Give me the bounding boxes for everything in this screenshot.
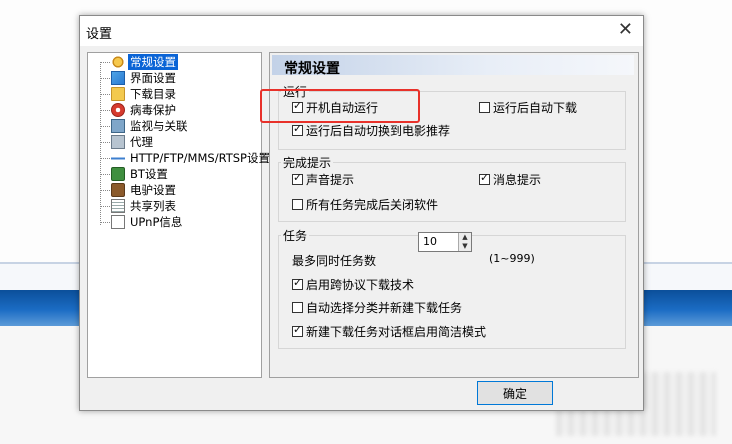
checkbox-cross-protocol[interactable]: 启用跨协议下载技术 [292, 276, 414, 293]
upnp-icon [111, 215, 125, 229]
checkbox-box[interactable] [292, 323, 303, 337]
panel-header: 常规设置 [272, 55, 634, 77]
tree-item-protocol[interactable]: HTTP/FTP/MMS/RTSP设置 [100, 150, 272, 166]
settings-tree: 常规设置 界面设置 下载目录 病毒保护 监视与关联 代理 HTTP/FTP/MM… [87, 52, 270, 378]
tree-item-general[interactable]: 常规设置 [100, 54, 178, 70]
tree-item-emule[interactable]: 电驴设置 [100, 182, 178, 198]
tree-item-label: BT设置 [130, 167, 168, 181]
stepper-down-icon[interactable]: ▼ [459, 242, 471, 251]
title-bar: 设置 ✕ [80, 16, 643, 46]
folder-icon [111, 87, 125, 101]
group-task: 任务 最多同时任务数 (1~999) 启用跨协议下载技术 自动选择分类并新建下载… [278, 227, 626, 349]
highlight-box [260, 89, 420, 123]
checkbox-label: 自动选择分类并新建下载任务 [306, 301, 463, 315]
checkbox-box[interactable] [292, 171, 303, 185]
monitor-icon [111, 119, 125, 133]
max-tasks-value[interactable]: 10 [423, 235, 437, 248]
checkbox-label: 运行后自动下载 [493, 101, 578, 115]
checkbox-label: 所有任务完成后关闭软件 [306, 198, 439, 212]
checkbox-box[interactable] [479, 102, 490, 113]
group-notify: 完成提示 声音提示 消息提示 所有任务完成后关闭软件 [278, 154, 626, 222]
checkbox-auto-category[interactable]: 自动选择分类并新建下载任务 [292, 299, 462, 316]
checkbox-label: 启用跨协议下载技术 [306, 278, 415, 292]
stepper-buttons: ▲ ▼ [458, 233, 471, 251]
panel-title: 常规设置 [284, 61, 340, 77]
tree-item-label: 电驴设置 [130, 183, 176, 197]
tree-item-label: HTTP/FTP/MMS/RTSP设置 [130, 151, 270, 165]
stepper-up-icon[interactable]: ▲ [459, 233, 471, 242]
virus-shield-icon [111, 103, 125, 117]
tree-item-upnp[interactable]: UPnP信息 [100, 214, 184, 230]
proxy-icon [111, 135, 125, 149]
tree-item-bt[interactable]: BT设置 [100, 166, 170, 182]
checkbox-auto-download[interactable]: 运行后自动下载 [479, 99, 577, 116]
general-settings-icon [111, 55, 125, 69]
checkbox-box[interactable] [292, 276, 303, 290]
checkbox-sound[interactable]: 声音提示 [292, 171, 354, 188]
tree-item-label: 共享列表 [130, 199, 176, 213]
max-tasks-range: (1~999) [489, 252, 535, 265]
checkbox-box[interactable] [479, 171, 490, 185]
share-list-icon [111, 199, 125, 213]
tree-item-share-list[interactable]: 共享列表 [100, 198, 178, 214]
checkbox-movie-recommend[interactable]: 运行后自动切换到电影推荐 [292, 122, 450, 139]
tree-item-label: 下载目录 [130, 87, 176, 101]
checkbox-label: 运行后自动切换到电影推荐 [306, 124, 451, 138]
checkbox-label: 新建下载任务对话框启用简洁模式 [306, 325, 487, 339]
interface-icon [111, 71, 125, 85]
tree-item-download-dir[interactable]: 下载目录 [100, 86, 178, 102]
checkbox-label: 消息提示 [493, 173, 542, 187]
checkbox-box[interactable] [292, 122, 303, 136]
max-tasks-label: 最多同时任务数 [292, 254, 377, 268]
tree-item-proxy[interactable]: 代理 [100, 134, 155, 150]
checkbox-box[interactable] [292, 302, 303, 313]
emule-icon [111, 183, 125, 197]
group-legend-task: 任务 [281, 227, 310, 244]
tree-item-virus[interactable]: 病毒保护 [100, 102, 178, 118]
close-icon[interactable]: ✕ [618, 20, 633, 40]
tree-item-label: UPnP信息 [130, 215, 183, 229]
tree-item-monitor[interactable]: 监视与关联 [100, 118, 190, 134]
tree-item-label: 常规设置 [128, 54, 178, 70]
tree-item-label: 界面设置 [130, 71, 176, 85]
ok-button[interactable]: 确定 [477, 381, 553, 405]
checkbox-simple-mode[interactable]: 新建下载任务对话框启用简洁模式 [292, 323, 486, 340]
settings-dialog: 设置 ✕ 常规设置 界面设置 下载目录 病毒保护 监视与关联 代理 HTTP/F… [79, 15, 644, 411]
checkbox-close-after-done[interactable]: 所有任务完成后关闭软件 [292, 196, 438, 213]
checkbox-box[interactable] [292, 199, 303, 210]
tree-item-label: 代理 [130, 135, 153, 149]
tree-item-label: 监视与关联 [130, 119, 188, 133]
tree-item-interface[interactable]: 界面设置 [100, 70, 178, 86]
tree-item-label: 病毒保护 [130, 103, 176, 117]
protocol-icon [111, 151, 125, 165]
bt-icon [111, 167, 125, 181]
checkbox-message[interactable]: 消息提示 [479, 171, 541, 188]
checkbox-label: 声音提示 [306, 173, 355, 187]
dialog-title: 设置 [86, 27, 113, 42]
max-tasks-stepper[interactable]: 10 ▲ ▼ [418, 232, 472, 252]
group-legend-notify: 完成提示 [281, 154, 334, 171]
